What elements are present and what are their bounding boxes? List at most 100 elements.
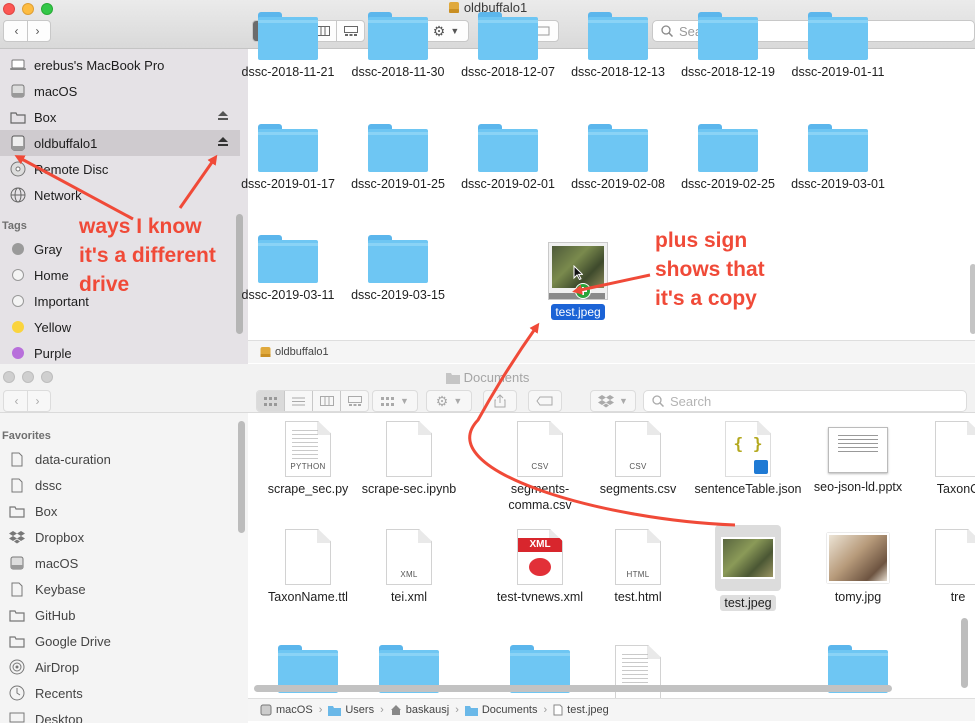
back-forward-buttons[interactable]: ‹ › <box>3 20 51 42</box>
folder-item[interactable]: dssc-2019-03-01 <box>783 124 893 192</box>
file-item[interactable]: scrape-sec.ipynb <box>354 421 464 497</box>
file-item[interactable]: CSV segments-comma.csv <box>485 421 595 513</box>
folder-icon <box>258 12 318 60</box>
sidebar-item-dropbox[interactable]: Dropbox <box>0 524 240 550</box>
share-button[interactable] <box>483 390 517 412</box>
folder-label: dssc-2019-02-01 <box>461 177 555 191</box>
sidebar-scrollbar[interactable] <box>238 421 245 533</box>
path-segment[interactable]: baskausj <box>406 704 449 716</box>
sidebar-item-macos[interactable]: macOS <box>0 78 240 104</box>
sidebar-item-macos[interactable]: macOS <box>0 550 240 576</box>
forward-icon[interactable]: › <box>36 394 40 408</box>
group-by-button[interactable]: ▼ <box>372 390 418 412</box>
sidebar-tag-purple[interactable]: Purple <box>0 340 240 364</box>
document-icon <box>8 581 26 597</box>
file-item[interactable]: test.jpeg <box>693 525 803 611</box>
document-icon: HTML <box>615 529 661 585</box>
sidebar-item-dssc[interactable]: dssc <box>0 472 240 498</box>
sidebar-tag-yellow[interactable]: Yellow <box>0 314 240 340</box>
path-segment[interactable]: Documents <box>482 704 538 716</box>
presentation-thumbnail <box>828 427 888 473</box>
tag-dot-icon <box>12 347 24 359</box>
file-item[interactable]: tomy.jpg <box>803 529 913 605</box>
sidebar-item-data-curation[interactable]: data-curation <box>0 446 240 472</box>
action-button[interactable]: ⚙ ▼ <box>426 390 472 412</box>
icon-view-icon[interactable] <box>257 391 285 411</box>
document-icon: CSV <box>517 421 563 477</box>
sidebar-item-oldbuffalo1[interactable]: oldbuffalo1 <box>0 130 240 156</box>
file-item[interactable]: CSV segments.csv <box>583 421 693 497</box>
sidebar-item-network[interactable]: Network <box>0 182 240 208</box>
content-scrollbar[interactable] <box>970 264 975 334</box>
tags-header: Tags <box>2 220 27 232</box>
file-item[interactable]: { } sentenceTable.json <box>693 421 803 497</box>
folder-item[interactable]: dssc-2019-01-11 <box>783 12 893 80</box>
content-scrollbar[interactable] <box>961 618 968 688</box>
gallery-view-icon[interactable] <box>341 391 368 411</box>
toolbar: Documents ‹ › ▼ ⚙ ▼ ▼ <box>0 364 975 413</box>
back-icon[interactable]: ‹ <box>15 394 19 408</box>
dropbox-icon <box>598 394 615 407</box>
list-view-icon[interactable] <box>285 391 313 411</box>
folder-icon <box>478 124 538 172</box>
sidebar-item-keybase[interactable]: Keybase <box>0 576 240 602</box>
path-segment[interactable]: oldbuffalo1 <box>275 346 329 358</box>
sidebar-item-google-drive[interactable]: Google Drive <box>0 628 240 654</box>
folder-item[interactable]: dssc-2019-03-15 <box>343 235 453 303</box>
folder-item[interactable]: dssc-2019-02-25 <box>673 124 783 192</box>
file-item[interactable] <box>583 645 693 701</box>
back-icon[interactable]: ‹ <box>15 24 19 38</box>
sidebar-item-box[interactable]: Box <box>0 498 240 524</box>
sidebar-item-recents[interactable]: Recents <box>0 680 240 706</box>
path-segment[interactable]: Users <box>345 704 374 716</box>
search-input[interactable] <box>670 393 930 409</box>
file-label: tei.xml <box>390 590 428 604</box>
folder-item[interactable]: dssc-2019-01-25 <box>343 124 453 192</box>
back-forward-buttons[interactable]: ‹ › <box>3 390 51 412</box>
file-item[interactable]: XML tei.xml <box>354 529 464 605</box>
sidebar-item-airdrop[interactable]: AirDrop <box>0 654 240 680</box>
sidebar-item-box[interactable]: Box <box>0 104 240 130</box>
file-item-test-jpeg-dragging[interactable]: test.jpeg <box>523 242 633 320</box>
sidebar-item-github[interactable]: GitHub <box>0 602 240 628</box>
forward-icon[interactable]: › <box>36 24 40 38</box>
file-item[interactable]: PYTHON scrape_sec.py <box>253 421 363 497</box>
file-item[interactable]: XML test-tvnews.xml <box>485 529 595 605</box>
eject-icon[interactable] <box>218 137 228 146</box>
view-mode-selector[interactable] <box>256 390 369 412</box>
folder-item[interactable]: dssc-2019-02-08 <box>563 124 673 192</box>
folder-item[interactable]: dssc-2018-11-21 <box>233 12 343 80</box>
dropbox-button[interactable]: ▼ <box>590 390 636 412</box>
horizontal-scrollbar[interactable] <box>254 685 892 692</box>
folder-item[interactable]: dssc-2019-01-17 <box>233 124 343 192</box>
folder-icon <box>445 372 460 384</box>
folder-icon <box>698 124 758 172</box>
path-segment[interactable]: macOS <box>276 704 313 716</box>
path-segment[interactable]: test.jpeg <box>567 704 609 716</box>
python-file-icon: PYTHON <box>285 421 331 477</box>
search-field[interactable] <box>643 390 967 412</box>
file-item[interactable]: TaxonName.ttl <box>253 529 363 605</box>
sidebar-item-desktop[interactable]: Desktop <box>0 706 240 723</box>
clock-icon <box>8 685 26 701</box>
folder-item[interactable]: dssc-2018-12-13 <box>563 12 673 80</box>
folder-icon <box>8 633 26 649</box>
folder-item[interactable]: dssc-2019-03-11 <box>233 235 343 303</box>
folder-icon <box>478 12 538 60</box>
file-item[interactable]: tre <box>903 529 975 605</box>
file-item[interactable]: HTML test.html <box>583 529 693 605</box>
edit-tags-button[interactable] <box>528 390 562 412</box>
file-item[interactable]: TaxonC <box>903 421 975 497</box>
folder-item[interactable]: dssc-2018-12-07 <box>453 12 563 80</box>
document-icon <box>8 477 26 493</box>
folder-item[interactable]: dssc-2018-12-19 <box>673 12 783 80</box>
eject-icon[interactable] <box>218 111 228 120</box>
document-icon <box>935 421 975 477</box>
file-item[interactable]: seo-json-ld.pptx <box>803 421 913 495</box>
sidebar-item-macbook[interactable]: erebus's MacBook Pro <box>0 52 240 78</box>
sidebar-item-remote-disc[interactable]: Remote Disc <box>0 156 240 182</box>
image-thumbnail <box>548 242 608 300</box>
folder-item[interactable]: dssc-2018-11-30 <box>343 12 453 80</box>
folder-item[interactable]: dssc-2019-02-01 <box>453 124 563 192</box>
column-view-icon[interactable] <box>313 391 341 411</box>
